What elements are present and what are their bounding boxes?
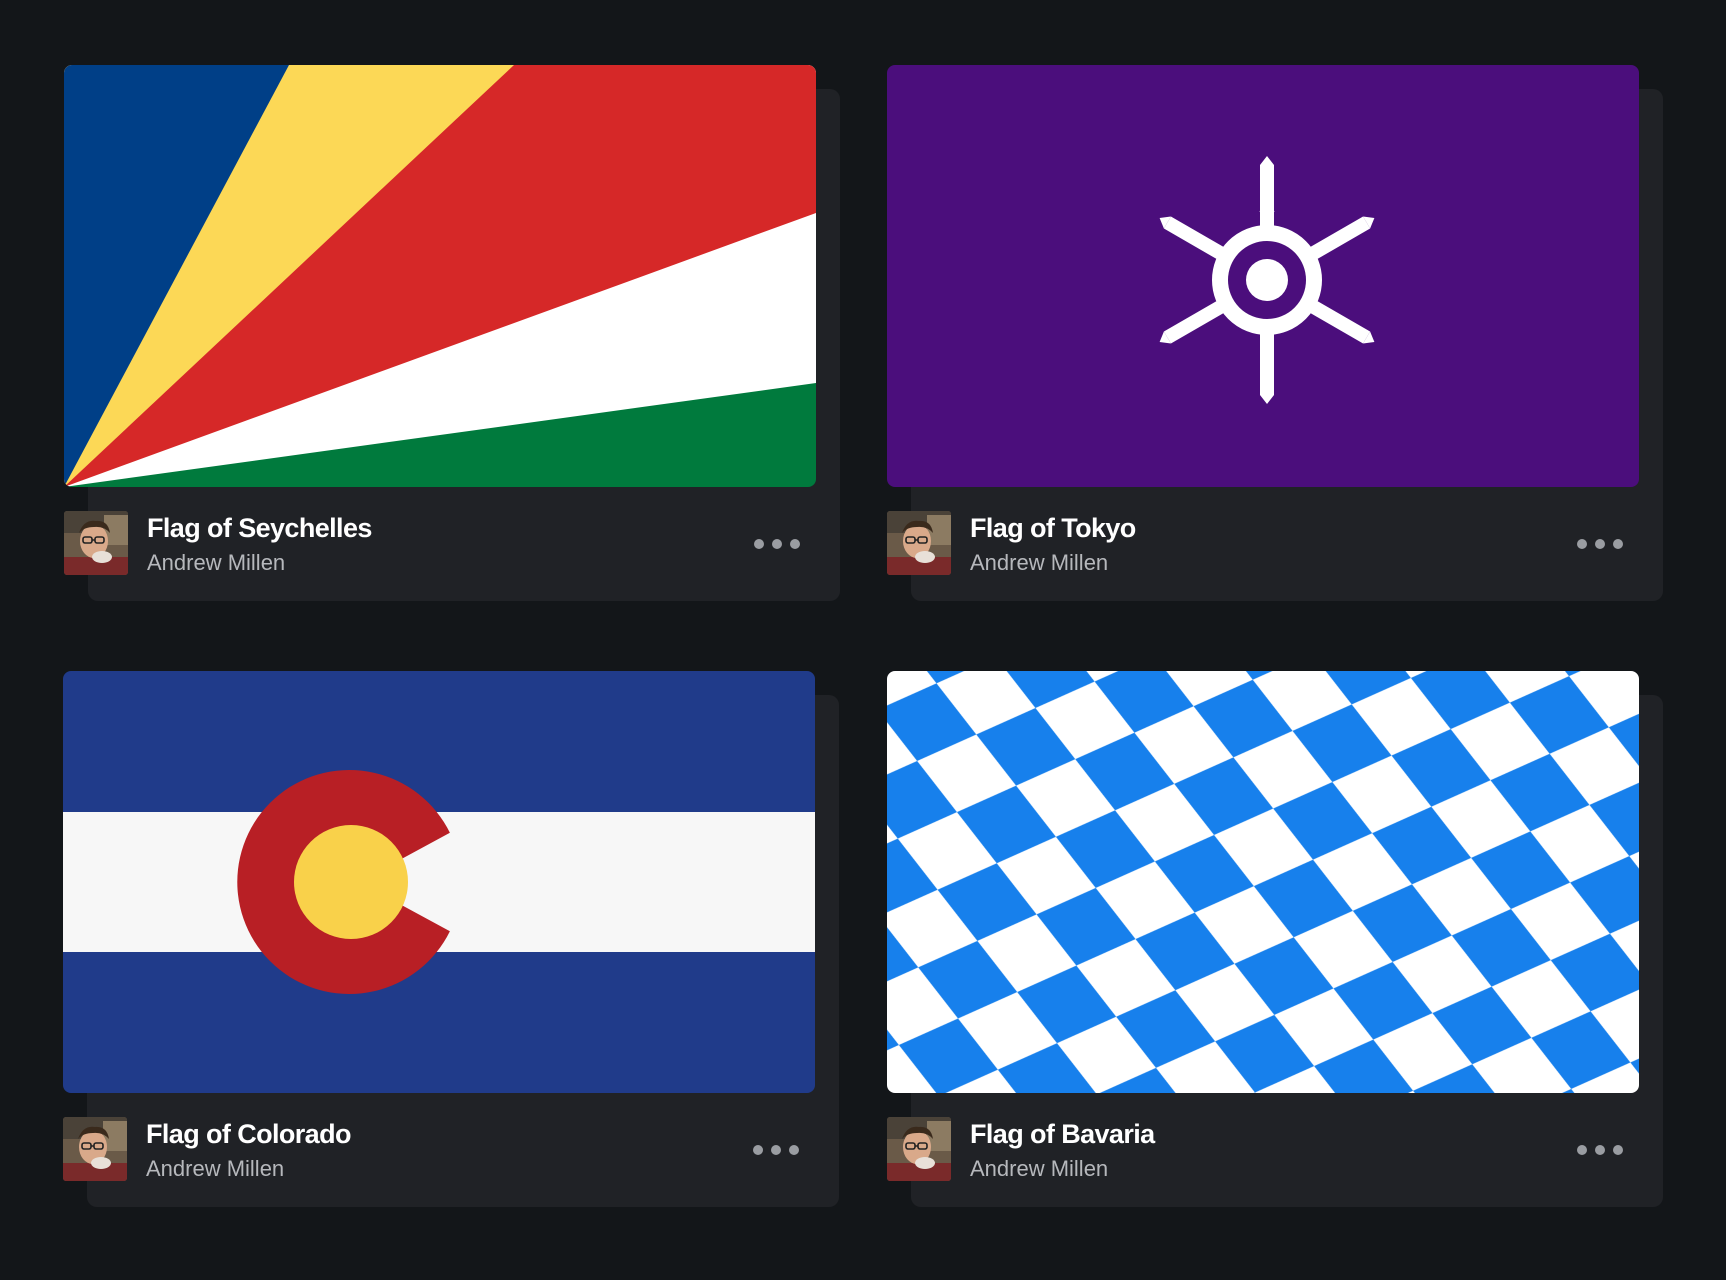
more-options-icon[interactable] — [1577, 537, 1623, 551]
dot — [771, 1145, 781, 1155]
more-options-icon[interactable] — [753, 1143, 799, 1157]
tokyo-flag — [887, 65, 1639, 487]
project-thumbnail[interactable] — [887, 671, 1639, 1093]
dot — [1577, 1145, 1587, 1155]
card-meta: Flag of Colorado Andrew Millen — [63, 1117, 815, 1183]
project-title[interactable]: Flag of Seychelles — [147, 513, 372, 544]
dot — [1595, 1145, 1605, 1155]
dot — [772, 539, 782, 549]
project-card: Flag of Seychelles Andrew Millen — [64, 65, 840, 601]
project-title[interactable]: Flag of Tokyo — [970, 513, 1136, 544]
dot — [790, 539, 800, 549]
dot — [754, 539, 764, 549]
dot — [1613, 1145, 1623, 1155]
avatar[interactable] — [887, 1117, 951, 1181]
avatar[interactable] — [64, 511, 128, 575]
seychelles-flag — [64, 65, 816, 487]
author-name[interactable]: Andrew Millen — [147, 550, 285, 576]
colorado-flag — [63, 671, 815, 1093]
card-meta: Flag of Seychelles Andrew Millen — [64, 511, 816, 577]
more-options-icon[interactable] — [1577, 1143, 1623, 1157]
project-thumbnail[interactable] — [63, 671, 815, 1093]
project-card: Flag of Tokyo Andrew Millen — [887, 65, 1663, 601]
dot — [1577, 539, 1587, 549]
dot — [789, 1145, 799, 1155]
project-title[interactable]: Flag of Bavaria — [970, 1119, 1155, 1150]
avatar[interactable] — [63, 1117, 127, 1181]
dot — [753, 1145, 763, 1155]
dot — [1613, 539, 1623, 549]
author-name[interactable]: Andrew Millen — [970, 550, 1108, 576]
project-card: Flag of Colorado Andrew Millen — [63, 671, 839, 1207]
card-meta: Flag of Bavaria Andrew Millen — [887, 1117, 1639, 1183]
card-meta: Flag of Tokyo Andrew Millen — [887, 511, 1639, 577]
more-options-icon[interactable] — [754, 537, 800, 551]
project-thumbnail[interactable] — [887, 65, 1639, 487]
project-grid: Flag of Seychelles Andrew Millen Flag of… — [0, 0, 1726, 1280]
project-card: Flag of Bavaria Andrew Millen — [887, 671, 1663, 1207]
project-title[interactable]: Flag of Colorado — [146, 1119, 351, 1150]
author-name[interactable]: Andrew Millen — [970, 1156, 1108, 1182]
author-name[interactable]: Andrew Millen — [146, 1156, 284, 1182]
project-thumbnail[interactable] — [64, 65, 816, 487]
dot — [1595, 539, 1605, 549]
bavaria-flag — [887, 671, 1639, 1093]
avatar[interactable] — [887, 511, 951, 575]
